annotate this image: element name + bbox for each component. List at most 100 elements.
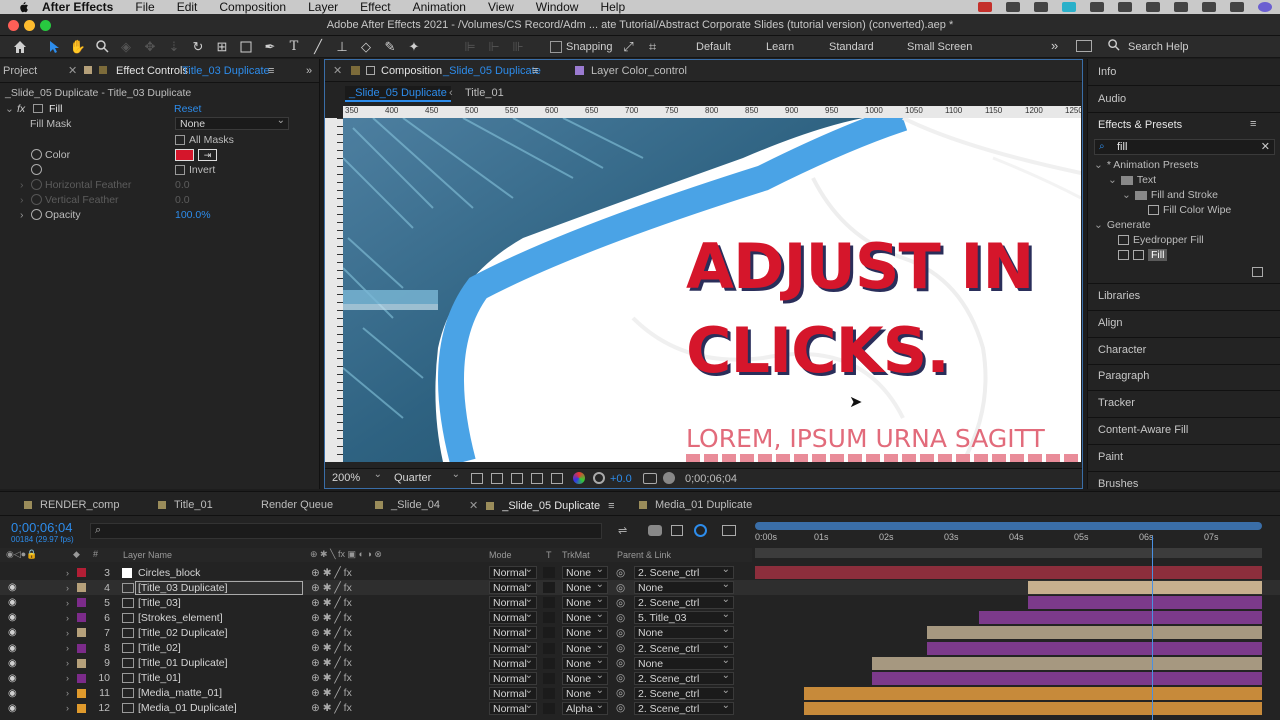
panel-section-6[interactable]: Paint: [1098, 451, 1123, 463]
home-icon[interactable]: [12, 39, 28, 55]
pick-whip-icon[interactable]: ◎: [616, 642, 625, 654]
vertical-ruler[interactable]: [325, 118, 343, 462]
resolution-dropdown[interactable]: Quarter: [391, 469, 463, 486]
panel-section-0[interactable]: Libraries: [1098, 290, 1140, 302]
trkmat-header[interactable]: TrkMat: [562, 550, 590, 560]
layer-name[interactable]: [Title_02 Duplicate]: [138, 627, 228, 639]
lock-icon[interactable]: [1062, 2, 1076, 12]
layer-duration-bar[interactable]: [803, 686, 1262, 700]
grid-guides-icon[interactable]: [551, 473, 563, 484]
panel-section-5[interactable]: Content-Aware Fill: [1098, 424, 1188, 436]
layer-name[interactable]: [Media_01 Duplicate]: [138, 702, 237, 714]
expand-layer-icon[interactable]: ›: [66, 628, 69, 638]
draft-3d-icon[interactable]: [648, 525, 662, 536]
orbit-camera-icon[interactable]: ◈: [118, 39, 134, 55]
layer-switches-icon[interactable]: ⊕ ✱ ╱ fx: [311, 582, 352, 594]
trkmat-dropdown[interactable]: None: [562, 670, 608, 685]
expand-layer-icon[interactable]: ›: [66, 598, 69, 608]
expand-layer-icon[interactable]: ›: [66, 643, 69, 653]
tab-slide-04[interactable]: _Slide_04: [375, 499, 440, 511]
playhead[interactable]: [1151, 536, 1153, 720]
layer-switches-icon[interactable]: ⊕ ✱ ╱ fx: [311, 612, 352, 624]
expand-layer-icon[interactable]: ›: [66, 673, 69, 683]
eye-icon[interactable]: ◉: [8, 703, 17, 714]
expand-panels-icon[interactable]: »: [306, 65, 312, 77]
mode-dropdown[interactable]: Normal: [489, 670, 537, 685]
battery-icon[interactable]: [1146, 2, 1160, 12]
zoom-dropdown[interactable]: 200%: [329, 469, 385, 486]
layer-row[interactable]: ◉ › 4 [Title_03 Duplicate] ⊕ ✱ ╱ fx Normal Non…: [0, 579, 1280, 596]
clear-search-icon[interactable]: ✕: [1261, 140, 1270, 153]
panel-section-7[interactable]: Brushes: [1098, 478, 1138, 490]
label-swatch[interactable]: [77, 673, 86, 683]
rectangle-tool-icon[interactable]: [238, 39, 254, 55]
layer-row[interactable]: ◉ › 8 [Title_02] ⊕ ✱ ╱ fx Normal None ◎ 2. Scene…: [0, 640, 1280, 656]
cast-icon[interactable]: [1034, 2, 1048, 12]
time-ruler[interactable]: 0:00s 01s 02s 03s 04s 05s 06s 07s: [755, 522, 1265, 560]
region-of-interest-icon[interactable]: [531, 473, 543, 484]
comp-mini-flowchart-icon[interactable]: ⇌: [618, 524, 627, 537]
label-swatch[interactable]: [77, 643, 86, 653]
panel-section-2[interactable]: Character: [1098, 344, 1146, 356]
mode-dropdown[interactable]: Normal: [489, 579, 537, 595]
layer-name[interactable]: [Strokes_element]: [138, 612, 223, 624]
layer-switches-icon[interactable]: ⊕ ✱ ╱ fx: [311, 702, 352, 714]
parent-dropdown[interactable]: 2. Scene_ctrl: [634, 685, 734, 700]
layer-name-header[interactable]: Layer Name: [123, 550, 172, 560]
tab-project[interactable]: Project: [3, 65, 37, 77]
show-snapshot-icon[interactable]: [663, 472, 675, 484]
panel-audio[interactable]: Audio: [1098, 93, 1126, 105]
wifi-icon[interactable]: [1174, 2, 1188, 12]
time-navigator[interactable]: [755, 548, 1262, 558]
trkmat-dropdown[interactable]: None: [562, 685, 608, 700]
preserve-transparency-checkbox[interactable]: [543, 612, 555, 624]
mode-dropdown[interactable]: Normal: [489, 609, 537, 625]
opacity-value[interactable]: 100.0%: [175, 209, 211, 221]
expand-layer-icon[interactable]: ›: [66, 688, 69, 698]
volume-icon[interactable]: [1118, 2, 1132, 12]
label-swatch[interactable]: [77, 583, 86, 593]
viewer-timecode[interactable]: 0;00;06;04: [685, 473, 737, 485]
composition-name[interactable]: _Slide_05 Duplicate: [443, 65, 541, 77]
parent-dropdown[interactable]: 2. Scene_ctrl: [634, 640, 734, 655]
parent-header[interactable]: Parent & Link: [617, 550, 671, 560]
pick-whip-icon[interactable]: ◎: [616, 672, 625, 684]
layer-row[interactable]: ◉ › 11 [Media_matte_01] ⊕ ✱ ╱ fx Normal None ◎ 2…: [0, 685, 1280, 701]
apple-icon[interactable]: [16, 0, 30, 14]
label-swatch[interactable]: [77, 568, 86, 577]
work-area-bar[interactable]: [755, 522, 1262, 530]
record-icon[interactable]: [1006, 2, 1020, 12]
layer-duration-bar[interactable]: [927, 626, 1262, 640]
preserve-transparency-checkbox[interactable]: [543, 582, 555, 594]
stopwatch-icon[interactable]: [31, 164, 42, 175]
mode-dropdown[interactable]: Normal: [489, 594, 537, 610]
parent-dropdown[interactable]: 2. Scene_ctrl: [634, 594, 734, 610]
menu-help[interactable]: Help: [600, 0, 625, 14]
layer-switches-icon[interactable]: ⊕ ✱ ╱ fx: [311, 657, 352, 669]
expand-layer-icon[interactable]: ›: [66, 583, 69, 593]
pen-tool-icon[interactable]: ✒: [262, 39, 278, 55]
layer-row[interactable]: ◉ › 5 [Title_03] ⊕ ✱ ╱ fx Normal None ◎ 2. Scene…: [0, 594, 1280, 610]
channel-icon[interactable]: [573, 472, 585, 484]
eye-icon[interactable]: ◉: [8, 658, 17, 669]
pan-behind-icon[interactable]: ⊞: [214, 39, 230, 55]
pick-whip-icon[interactable]: ◎: [616, 687, 625, 699]
panel-section-1[interactable]: Align: [1098, 317, 1122, 329]
layer-switches-icon[interactable]: ⊕ ✱ ╱ fx: [311, 627, 352, 639]
menu-edit[interactable]: Edit: [177, 0, 198, 14]
panel-section-4[interactable]: Tracker: [1098, 397, 1135, 409]
workspace-default[interactable]: Default: [696, 41, 731, 53]
trkmat-dropdown[interactable]: None: [562, 655, 608, 670]
search-help-field[interactable]: Search Help: [1128, 41, 1189, 53]
label-swatch[interactable]: [77, 658, 86, 668]
layer-name[interactable]: [Title_01]: [138, 672, 181, 684]
mode-dropdown[interactable]: Normal: [489, 655, 537, 670]
layer-row[interactable]: ◉ › 10 [Title_01] ⊕ ✱ ╱ fx Normal None ◎ 2. Scen…: [0, 670, 1280, 686]
eye-icon[interactable]: ◉: [8, 627, 17, 638]
pick-whip-icon[interactable]: ◎: [616, 567, 625, 579]
tab-composition[interactable]: Composition: [381, 65, 442, 77]
layer-name[interactable]: [Title_01 Duplicate]: [138, 657, 228, 669]
mode-dropdown[interactable]: Normal: [489, 564, 537, 579]
control-center-icon[interactable]: [1230, 2, 1244, 12]
pick-whip-icon[interactable]: ◎: [616, 597, 625, 609]
